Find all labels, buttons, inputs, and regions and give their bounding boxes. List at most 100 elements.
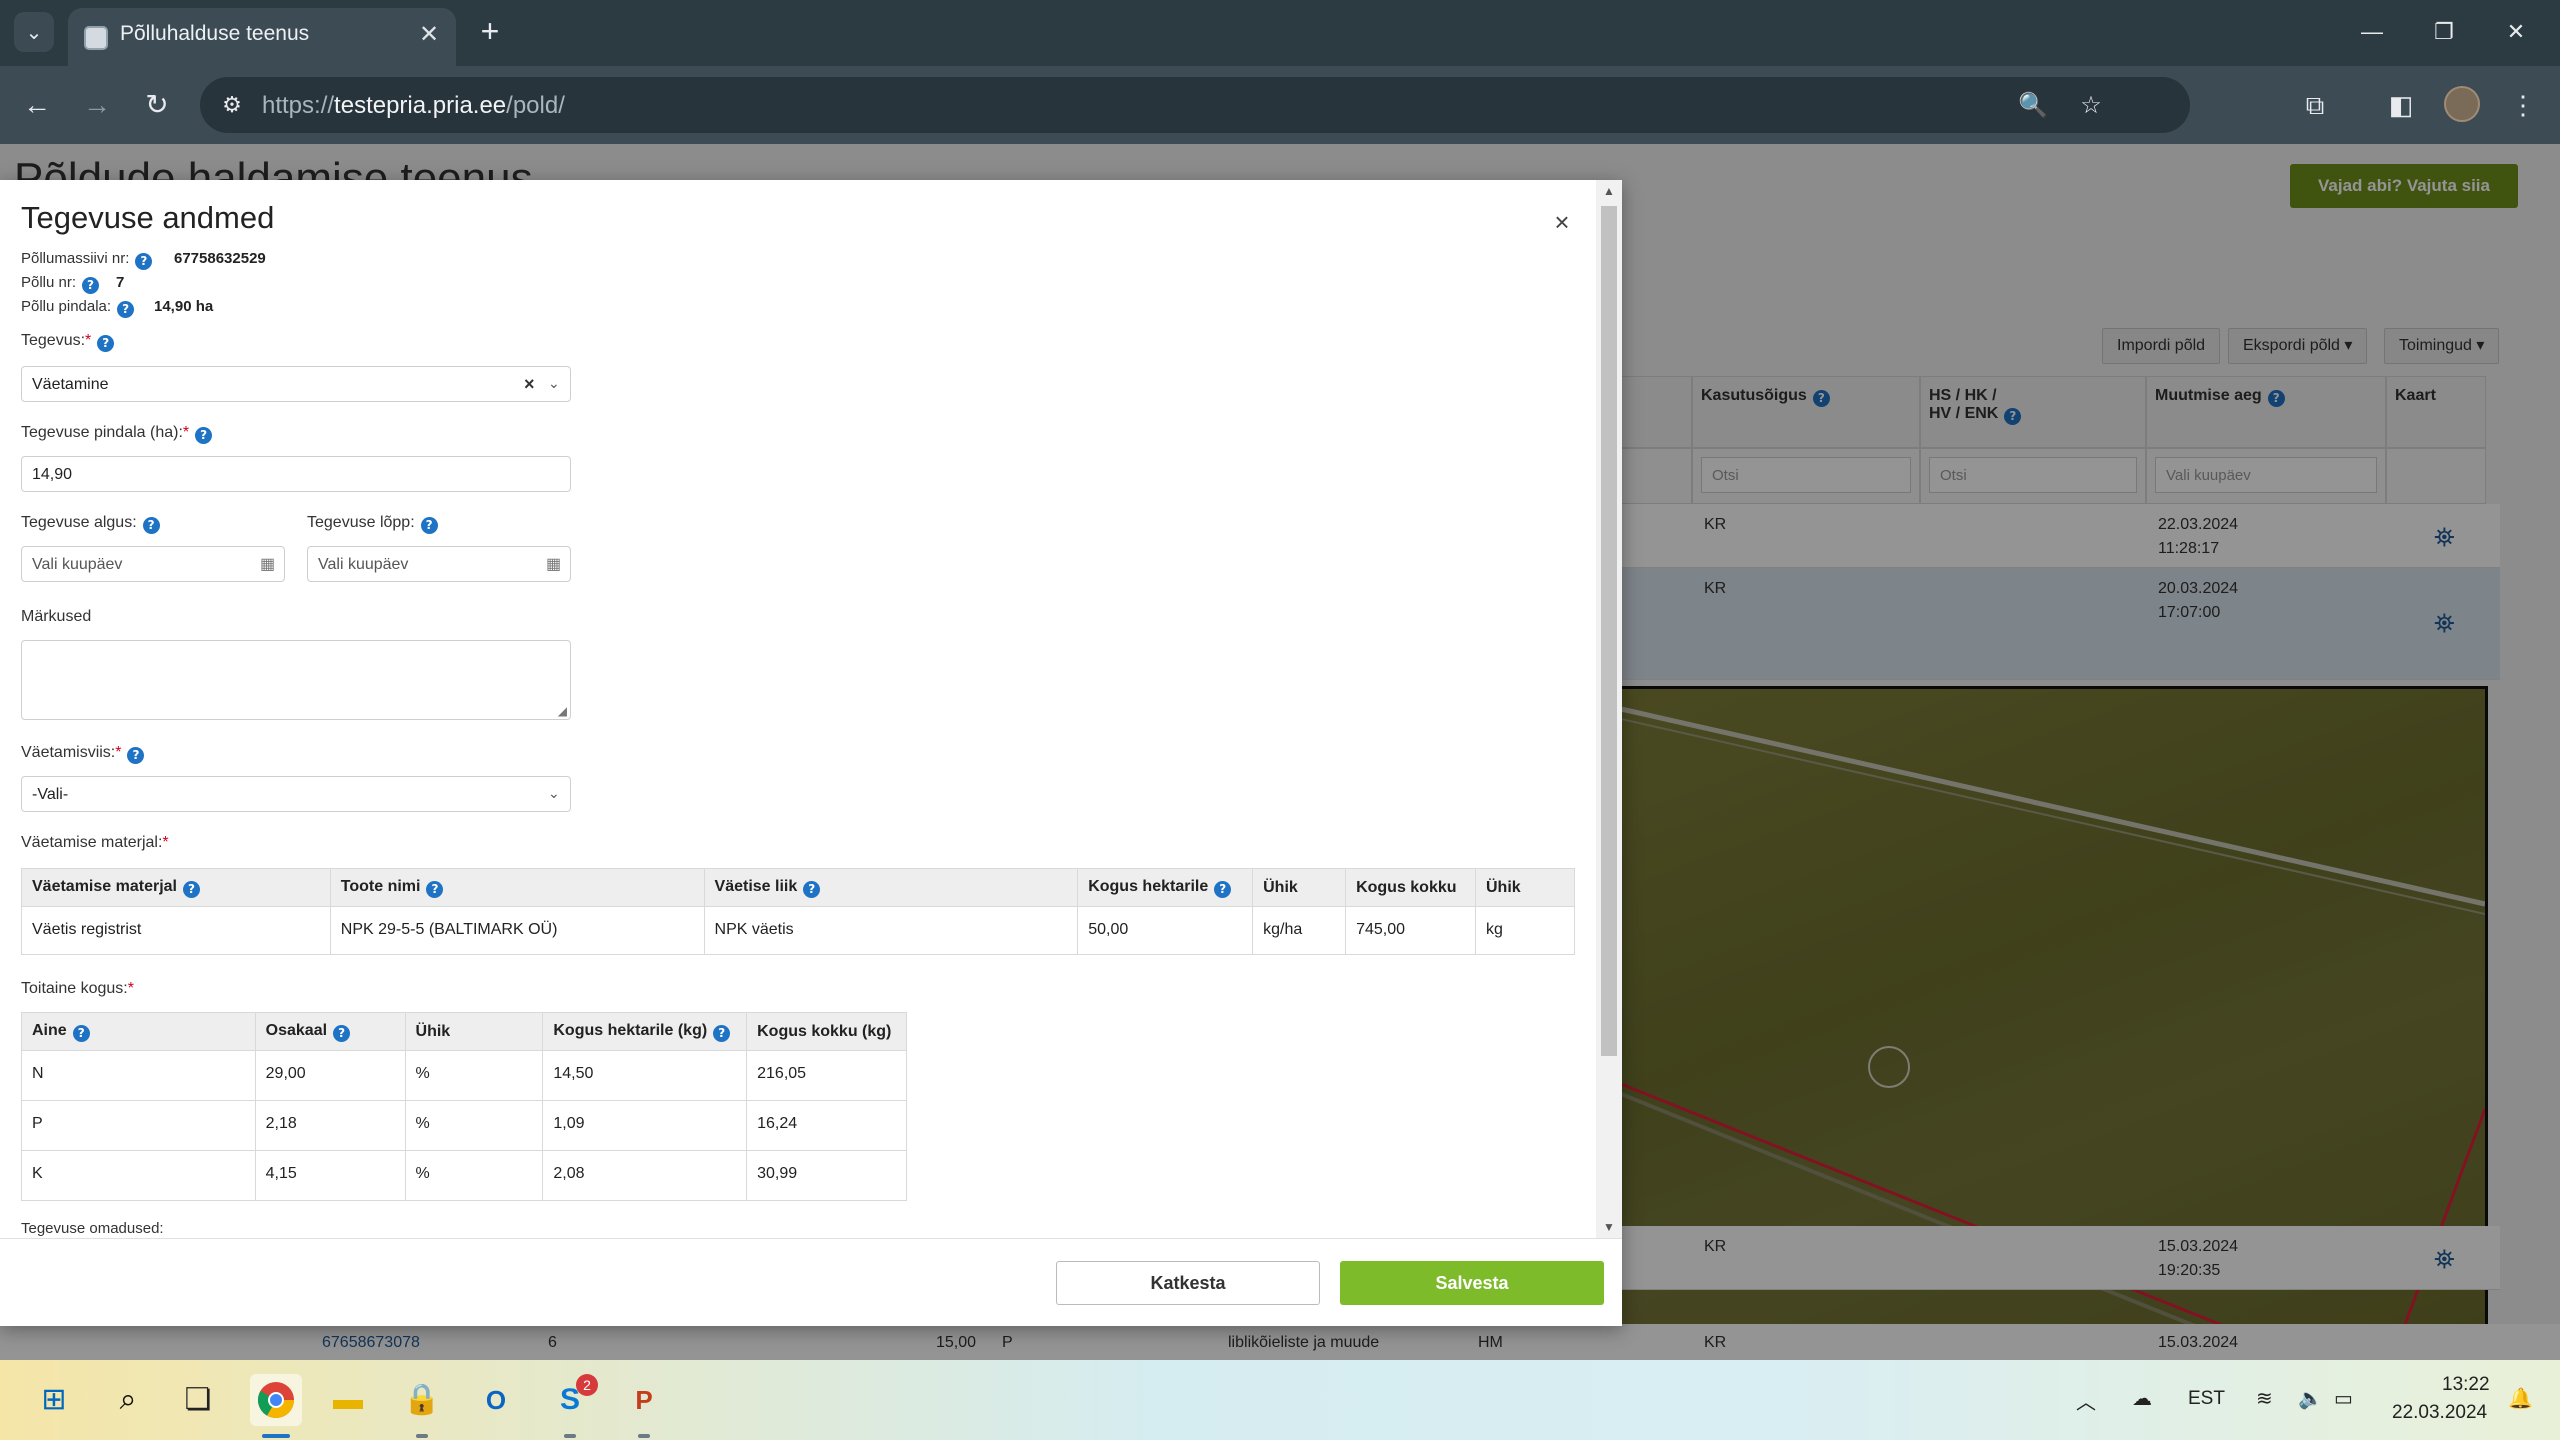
- table-cell: 50,00: [1077, 906, 1254, 955]
- table-cell: 216,05: [746, 1050, 907, 1101]
- activity-label: Tegevus:*?: [21, 332, 115, 352]
- back-button[interactable]: ←: [16, 84, 58, 126]
- file-explorer-icon[interactable]: ▬: [322, 1374, 374, 1426]
- chevron-down-icon: ⌄: [548, 785, 560, 801]
- table-row[interactable]: Väetis registrist NPK 29-5-5 (BALTIMARK …: [21, 906, 1575, 955]
- clear-icon[interactable]: ×: [524, 374, 535, 395]
- task-view-icon[interactable]: ❏: [172, 1374, 224, 1426]
- volume-icon[interactable]: 🔈: [2298, 1386, 2323, 1411]
- end-date-label: Tegevuse lõpp:?: [307, 514, 438, 534]
- table-cell: %: [404, 1100, 544, 1151]
- bookmark-star-icon[interactable]: ☆: [2076, 91, 2106, 121]
- security-app-icon[interactable]: 🔒: [396, 1374, 448, 1426]
- field-area-label: Põllu pindala:?: [21, 298, 135, 318]
- windows-start-icon[interactable]: ⊞: [28, 1374, 80, 1426]
- table-cell: NPK 29-5-5 (BALTIMARK OÜ): [329, 906, 705, 955]
- start-date-input[interactable]: Vali kuupäev ▦: [21, 546, 285, 582]
- help-icon: ?: [97, 335, 115, 352]
- notes-textarea[interactable]: ◢: [21, 640, 571, 720]
- side-panel-icon[interactable]: ◧: [2382, 86, 2420, 124]
- nutrient-table: Aine? Osakaal? Ühik Kogus hektarile (kg)…: [21, 1012, 907, 1201]
- tab-close-icon[interactable]: ✕: [414, 20, 444, 50]
- help-icon: ?: [195, 427, 213, 444]
- calendar-icon[interactable]: ▦: [546, 554, 561, 574]
- help-icon: ?: [142, 517, 160, 534]
- column-header: Ühik: [404, 1012, 544, 1051]
- help-icon: ?: [333, 1024, 351, 1042]
- table-cell: %: [404, 1150, 544, 1201]
- notifications-bell-icon[interactable]: 🔔: [2508, 1386, 2533, 1411]
- tab-title: Põlluhalduse teenus: [120, 22, 310, 45]
- forward-button[interactable]: →: [76, 84, 118, 126]
- extensions-icon[interactable]: ⧉: [2296, 86, 2334, 124]
- activity-select[interactable]: Väetamine × ⌄: [21, 366, 571, 402]
- save-button[interactable]: Salvesta: [1340, 1261, 1604, 1305]
- column-header: Väetise liik?: [703, 868, 1079, 907]
- powerpoint-icon[interactable]: P: [618, 1374, 670, 1426]
- zoom-icon[interactable]: 🔍: [2018, 91, 2048, 121]
- help-icon: ?: [117, 301, 135, 318]
- column-header: Kogus hektarile?: [1077, 868, 1254, 907]
- help-icon: ?: [420, 517, 438, 534]
- help-icon: ?: [713, 1024, 731, 1042]
- close-window-button[interactable]: ✕: [2484, 10, 2548, 54]
- restore-button[interactable]: ❐: [2412, 10, 2476, 54]
- wifi-icon[interactable]: ≋: [2256, 1386, 2273, 1411]
- massif-label: Põllumassiivi nr:?: [21, 250, 153, 270]
- outlook-icon[interactable]: O: [470, 1374, 522, 1426]
- end-date-input[interactable]: Vali kuupäev ▦: [307, 546, 571, 582]
- scroll-up-icon[interactable]: ▲: [1596, 180, 1622, 202]
- browser-toolbar: ← → ↻ ⚙ https://testepria.pria.ee/pold/ …: [0, 66, 2560, 144]
- table-cell: K: [21, 1150, 256, 1201]
- chevron-down-icon: ⌄: [548, 375, 560, 391]
- network-cloud-icon[interactable]: ☁: [2132, 1386, 2152, 1411]
- help-icon: ?: [127, 747, 145, 764]
- field-area-value: 14,90 ha: [154, 298, 214, 315]
- tab-search-button[interactable]: ⌄: [14, 12, 54, 52]
- chrome-icon[interactable]: [250, 1374, 302, 1426]
- browser-tab[interactable]: Põlluhalduse teenus ✕: [68, 8, 456, 66]
- site-favicon-icon: [84, 26, 108, 50]
- table-cell: N: [21, 1050, 256, 1101]
- table-cell: 14,50: [542, 1050, 748, 1101]
- cancel-button[interactable]: Katkesta: [1056, 1261, 1320, 1305]
- table-cell: 29,00: [254, 1050, 406, 1101]
- modal-scrollbar[interactable]: ▲ ▼: [1596, 180, 1622, 1238]
- column-header: Kogus hektarile (kg)?: [542, 1012, 748, 1051]
- column-header: Kogus kokku: [1345, 868, 1476, 907]
- method-select[interactable]: -Vali- ⌄: [21, 776, 571, 812]
- search-icon[interactable]: ⌕: [102, 1374, 154, 1426]
- close-icon[interactable]: ×: [1548, 208, 1576, 236]
- resize-handle-icon[interactable]: ◢: [558, 704, 567, 718]
- site-info-icon[interactable]: ⚙: [218, 91, 246, 119]
- table-cell: 745,00: [1345, 906, 1476, 955]
- column-header: Ühik: [1252, 868, 1347, 907]
- table-row: N 29,00 % 14,50 216,05: [21, 1050, 907, 1101]
- scroll-thumb[interactable]: [1601, 206, 1617, 1056]
- clock-time[interactable]: 13:22: [2442, 1374, 2490, 1396]
- table-cell: %: [404, 1050, 544, 1101]
- new-tab-button[interactable]: +: [470, 12, 510, 52]
- clock-date[interactable]: 22.03.2024: [2392, 1402, 2487, 1424]
- activity-area-input[interactable]: 14,90: [21, 456, 571, 492]
- minimize-button[interactable]: —: [2340, 10, 2404, 54]
- column-header: Toote nimi?: [329, 868, 705, 907]
- active-app-indicator: [262, 1434, 290, 1438]
- battery-icon[interactable]: ▭: [2334, 1386, 2353, 1411]
- properties-label: Tegevuse omadused:: [21, 1220, 164, 1237]
- help-icon: ?: [182, 880, 200, 898]
- show-hidden-icons[interactable]: ︿: [2076, 1386, 2096, 1415]
- help-icon: ?: [135, 253, 153, 270]
- scroll-down-icon[interactable]: ▼: [1596, 1216, 1622, 1238]
- reload-button[interactable]: ↻: [136, 84, 178, 126]
- address-bar[interactable]: ⚙ https://testepria.pria.ee/pold/ 🔍 ☆: [200, 77, 2190, 133]
- profile-avatar[interactable]: [2444, 86, 2480, 122]
- modal-title: Tegevuse andmed: [21, 200, 275, 235]
- app-indicator: [564, 1434, 576, 1438]
- column-header: Kogus kokku (kg): [746, 1012, 907, 1051]
- field-no-label: Põllu nr:?: [21, 274, 100, 294]
- language-indicator[interactable]: EST: [2188, 1388, 2225, 1410]
- calendar-icon[interactable]: ▦: [260, 554, 275, 574]
- table-cell: 16,24: [746, 1100, 907, 1151]
- browser-menu-icon[interactable]: ⋮: [2504, 86, 2542, 124]
